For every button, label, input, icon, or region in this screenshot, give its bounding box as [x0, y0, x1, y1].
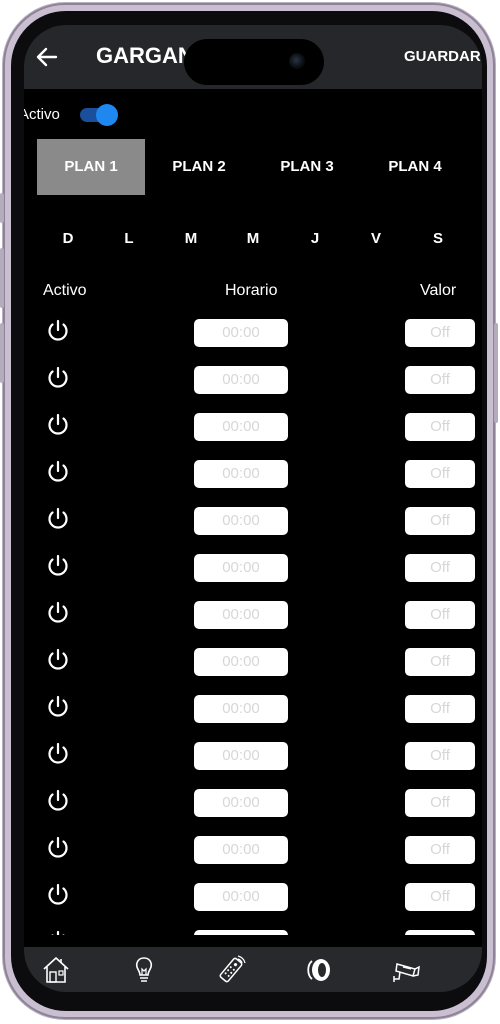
power-icon[interactable]: [46, 836, 70, 860]
value-field[interactable]: Off: [405, 460, 475, 488]
blind-icon[interactable]: [304, 955, 334, 985]
value-field[interactable]: Off: [405, 648, 475, 676]
dynamic-island: [184, 39, 324, 85]
day-monday[interactable]: L: [114, 230, 144, 247]
power-icon[interactable]: [46, 319, 70, 343]
power-icon[interactable]: [46, 413, 70, 437]
value-field[interactable]: Off: [405, 695, 475, 723]
home-icon[interactable]: [41, 955, 71, 985]
schedule-row: [24, 926, 482, 935]
power-icon[interactable]: [46, 366, 70, 390]
column-header-active: Activo: [43, 282, 87, 299]
day-tuesday[interactable]: M: [176, 230, 206, 247]
power-icon[interactable]: [46, 883, 70, 907]
power-icon[interactable]: [46, 930, 70, 935]
toggle-thumb: [96, 104, 118, 126]
time-field[interactable]: 00:00: [194, 836, 288, 864]
value-field[interactable]: Off: [405, 366, 475, 394]
time-field[interactable]: 00:00: [194, 507, 288, 535]
tab-plan-3[interactable]: PLAN 3: [253, 139, 361, 195]
phone-side-button: [0, 248, 4, 308]
plan-tabs: PLAN 1 PLAN 2 PLAN 3 PLAN 4: [37, 139, 469, 195]
value-field[interactable]: Off: [405, 883, 475, 911]
phone-side-button: [0, 323, 4, 383]
screen: GARGANTA GUARDAR Activo PLAN 1 PLAN 2 PL…: [24, 25, 482, 992]
value-field[interactable]: Off: [405, 319, 475, 347]
schedule-row: 00:00 Off: [24, 738, 482, 785]
power-icon[interactable]: [46, 554, 70, 578]
value-field[interactable]: Off: [405, 601, 475, 629]
power-icon[interactable]: [46, 648, 70, 672]
power-icon[interactable]: [46, 695, 70, 719]
power-icon[interactable]: [46, 742, 70, 766]
phone-frame: GARGANTA GUARDAR Activo PLAN 1 PLAN 2 PL…: [0, 3, 498, 1019]
front-camera-icon: [289, 53, 305, 69]
schedule-row: 00:00 Off: [24, 362, 482, 409]
tab-plan-2[interactable]: PLAN 2: [145, 139, 253, 195]
phone-side-button: [0, 193, 4, 223]
schedule-row: 00:00 Off: [24, 785, 482, 832]
value-field[interactable]: [405, 930, 475, 935]
back-arrow-icon[interactable]: [36, 47, 58, 67]
schedule-row: 00:00 Off: [24, 597, 482, 644]
time-field[interactable]: 00:00: [194, 742, 288, 770]
day-saturday[interactable]: S: [423, 230, 453, 247]
weekday-selector: D L M M J V S: [24, 230, 482, 254]
schedule-row: 00:00 Off: [24, 691, 482, 738]
schedule-row: 00:00 Off: [24, 550, 482, 597]
value-field[interactable]: Off: [405, 413, 475, 441]
value-field[interactable]: Off: [405, 507, 475, 535]
power-icon[interactable]: [46, 507, 70, 531]
bottom-nav: [24, 947, 482, 992]
time-field[interactable]: 00:00: [194, 366, 288, 394]
value-field[interactable]: Off: [405, 742, 475, 770]
time-field[interactable]: 00:00: [194, 413, 288, 441]
time-field[interactable]: 00:00: [194, 319, 288, 347]
remote-control-icon[interactable]: [216, 955, 246, 985]
page-title: GARGANTA: [96, 43, 186, 68]
phone-side-button: [494, 323, 498, 423]
active-label: Activo: [24, 106, 60, 123]
power-icon[interactable]: [46, 789, 70, 813]
day-sunday[interactable]: D: [53, 230, 83, 247]
column-header-value: Valor: [420, 282, 457, 299]
value-field[interactable]: Off: [405, 789, 475, 817]
schedule-row: 00:00 Off: [24, 832, 482, 879]
active-toggle[interactable]: [80, 104, 118, 126]
day-wednesday[interactable]: M: [238, 230, 268, 247]
tab-plan-4[interactable]: PLAN 4: [361, 139, 469, 195]
column-header-schedule: Horario: [225, 282, 278, 299]
schedule-row: 00:00 Off: [24, 879, 482, 926]
time-field[interactable]: 00:00: [194, 460, 288, 488]
time-field[interactable]: 00:00: [194, 554, 288, 582]
schedule-row: 00:00 Off: [24, 315, 482, 362]
day-thursday[interactable]: J: [300, 230, 330, 247]
schedule-row: 00:00 Off: [24, 456, 482, 503]
time-field[interactable]: 00:00: [194, 789, 288, 817]
schedule-row: 00:00 Off: [24, 409, 482, 456]
value-field[interactable]: Off: [405, 836, 475, 864]
power-icon[interactable]: [46, 601, 70, 625]
schedule-row: 00:00 Off: [24, 503, 482, 550]
save-button[interactable]: GUARDAR: [404, 48, 482, 65]
time-field[interactable]: 00:00: [194, 695, 288, 723]
time-field[interactable]: 00:00: [194, 883, 288, 911]
security-camera-icon[interactable]: [391, 955, 421, 985]
schedule-list: 00:00 Off 00:00 Off 00:00 Off 00:00 Off 00:00 Off…: [24, 315, 482, 935]
tab-plan-1[interactable]: PLAN 1: [37, 139, 145, 195]
lightbulb-icon[interactable]: [129, 955, 159, 985]
time-field[interactable]: [194, 930, 288, 935]
time-field[interactable]: 00:00: [194, 601, 288, 629]
time-field[interactable]: 00:00: [194, 648, 288, 676]
power-icon[interactable]: [46, 460, 70, 484]
schedule-row: 00:00 Off: [24, 644, 482, 691]
day-friday[interactable]: V: [361, 230, 391, 247]
value-field[interactable]: Off: [405, 554, 475, 582]
